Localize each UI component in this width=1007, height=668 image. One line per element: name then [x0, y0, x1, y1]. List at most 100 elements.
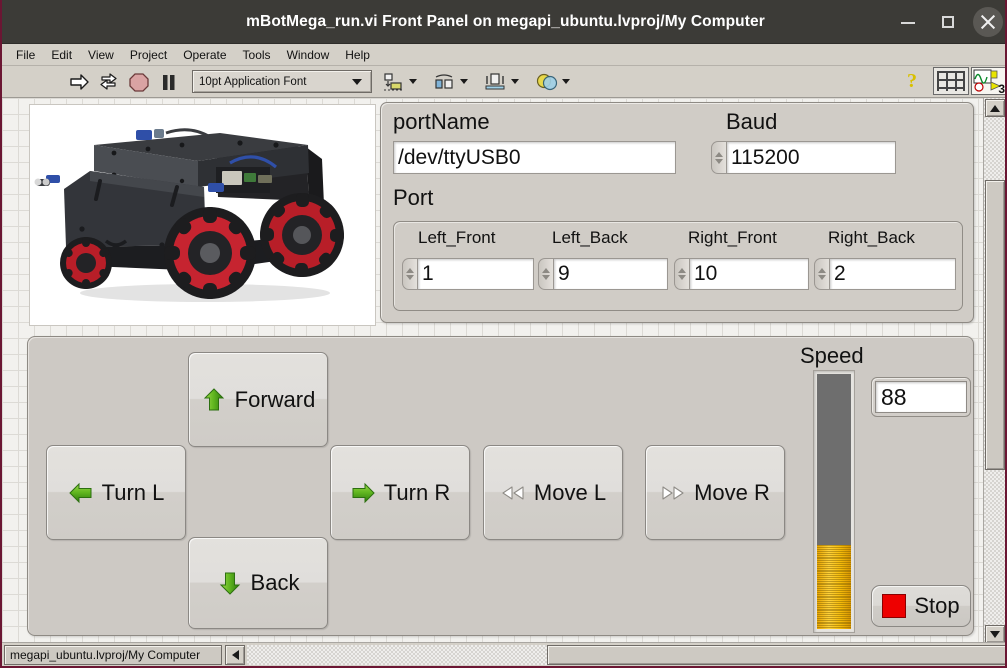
- spinner-up-icon[interactable]: [715, 151, 723, 157]
- move-left-button[interactable]: Move L: [483, 445, 623, 540]
- window-grid-icon[interactable]: [933, 67, 969, 95]
- port-group-label: Port: [393, 185, 434, 210]
- labview-icon-badge: 3: [998, 82, 1005, 95]
- menu-item-file[interactable]: File: [8, 45, 43, 65]
- scroll-left-arrow-icon: [231, 649, 239, 660]
- vertical-scrollbar[interactable]: [983, 98, 1005, 644]
- scroll-left-button[interactable]: [225, 644, 245, 665]
- right-front-label: Right_Front: [688, 228, 777, 247]
- baud-spinner[interactable]: [711, 141, 726, 174]
- move-left-button-label: Move L: [533, 479, 607, 505]
- port-name-input[interactable]: /dev/ttyUSB0: [393, 141, 676, 174]
- pause-icon[interactable]: [156, 69, 182, 95]
- spinner-down-icon[interactable]: [818, 275, 826, 280]
- spinner-up-icon[interactable]: [818, 268, 826, 273]
- minimize-icon: [901, 22, 915, 24]
- double-triangle-left-icon: [500, 480, 526, 506]
- baud-control[interactable]: 115200: [711, 141, 896, 174]
- speed-slider-fill: [817, 544, 851, 629]
- double-triangle-right-icon: [660, 480, 686, 506]
- spinner-down-icon[interactable]: [542, 275, 550, 280]
- menu-item-window[interactable]: Window: [279, 45, 338, 65]
- maximize-button[interactable]: [933, 7, 963, 37]
- toolbar-right-icons: 3: [933, 67, 1005, 95]
- spinner-down-icon[interactable]: [678, 275, 686, 280]
- left-back-control[interactable]: 9: [538, 258, 668, 290]
- left-back-input[interactable]: 9: [553, 258, 668, 290]
- turn-right-button-label: Turn R: [383, 479, 451, 505]
- align-objects-icon[interactable]: [380, 69, 406, 95]
- align-objects-group[interactable]: [378, 69, 423, 95]
- run-arrow-icon[interactable]: [66, 69, 92, 95]
- move-right-button[interactable]: Move R: [645, 445, 785, 540]
- labview-waveform-icon[interactable]: 3: [971, 67, 1005, 95]
- resize-objects-group[interactable]: [480, 69, 525, 95]
- spinner-up-icon[interactable]: [678, 268, 686, 273]
- turn-left-button[interactable]: Turn L: [46, 445, 186, 540]
- back-button-label: Back: [250, 570, 300, 595]
- left-front-label: Left_Front: [418, 228, 496, 247]
- distribute-objects-icon[interactable]: [431, 69, 457, 95]
- left-front-spinner[interactable]: [402, 258, 417, 290]
- right-front-control[interactable]: 10: [674, 258, 809, 290]
- menu-item-view[interactable]: View: [80, 45, 122, 65]
- vertical-scroll-thumb[interactable]: [985, 180, 1005, 470]
- right-back-spinner[interactable]: [814, 258, 829, 290]
- labview-front-panel-window: mBotMega_run.vi Front Panel on megapi_ub…: [0, 0, 1007, 668]
- left-back-label: Left_Back: [552, 228, 628, 247]
- left-front-input[interactable]: 1: [417, 258, 534, 290]
- menu-item-help[interactable]: Help: [337, 45, 378, 65]
- speed-slider-track: [817, 374, 851, 629]
- speed-label: Speed: [800, 343, 864, 368]
- scroll-down-button[interactable]: [985, 625, 1005, 643]
- spinner-up-icon[interactable]: [542, 268, 550, 273]
- left-front-control[interactable]: 1: [402, 258, 534, 290]
- menu-item-edit[interactable]: Edit: [43, 45, 80, 65]
- window-buttons: [893, 0, 1003, 44]
- right-back-input[interactable]: 2: [829, 258, 956, 290]
- close-button[interactable]: [973, 7, 1003, 37]
- right-back-control[interactable]: 2: [814, 258, 956, 290]
- arrow-down-green-icon: [217, 570, 243, 596]
- right-front-spinner[interactable]: [674, 258, 689, 290]
- reorder-objects-group[interactable]: [531, 69, 576, 95]
- horizontal-scroll-thumb[interactable]: [547, 644, 1005, 665]
- menu-bar: File Edit View Project Operate Tools Win…: [2, 44, 1005, 66]
- stop-button[interactable]: Stop: [871, 585, 971, 627]
- font-selector[interactable]: 10pt Application Font: [192, 70, 372, 93]
- speed-value-text[interactable]: 88: [875, 381, 967, 413]
- menu-item-project[interactable]: Project: [122, 45, 175, 65]
- right-back-label: Right_Back: [828, 228, 915, 247]
- minimize-button[interactable]: [893, 7, 923, 37]
- stop-button-label: Stop: [914, 593, 960, 618]
- baud-input[interactable]: 115200: [726, 141, 896, 174]
- arrow-left-green-icon: [68, 480, 94, 506]
- move-right-button-label: Move R: [694, 479, 770, 505]
- resize-objects-icon[interactable]: [482, 69, 508, 95]
- left-back-spinner[interactable]: [538, 258, 553, 290]
- window-title: mBotMega_run.vi Front Panel on megapi_ub…: [246, 13, 765, 30]
- back-button[interactable]: Back: [188, 537, 328, 629]
- turn-right-button[interactable]: Turn R: [330, 445, 470, 540]
- run-continuously-icon[interactable]: [96, 69, 122, 95]
- status-bar: megapi_ubuntu.lvproj/My Computer: [2, 642, 1005, 666]
- menu-item-tools[interactable]: Tools: [235, 45, 279, 65]
- abort-execution-icon[interactable]: [126, 69, 152, 95]
- horizontal-scroll-trough[interactable]: [247, 644, 1005, 665]
- spinner-down-icon[interactable]: [715, 158, 723, 164]
- reorder-objects-icon[interactable]: [533, 69, 559, 95]
- distribute-objects-group[interactable]: [429, 69, 474, 95]
- forward-button-label: Forward: [234, 386, 316, 412]
- status-context-label: megapi_ubuntu.lvproj/My Computer: [4, 644, 222, 665]
- menu-item-operate[interactable]: Operate: [175, 45, 234, 65]
- scroll-up-button[interactable]: [985, 99, 1005, 117]
- port-group-cluster: Left_Front 1 Left_Back 9 Right_Front 10 …: [393, 221, 963, 311]
- speed-value-display[interactable]: 88: [871, 377, 971, 417]
- chevron-down-icon: [409, 79, 417, 84]
- speed-slider[interactable]: [813, 370, 855, 633]
- context-help-icon[interactable]: ?: [907, 70, 917, 93]
- spinner-down-icon[interactable]: [406, 275, 414, 280]
- right-front-input[interactable]: 10: [689, 258, 809, 290]
- spinner-up-icon[interactable]: [406, 268, 414, 273]
- forward-button[interactable]: Forward: [188, 352, 328, 447]
